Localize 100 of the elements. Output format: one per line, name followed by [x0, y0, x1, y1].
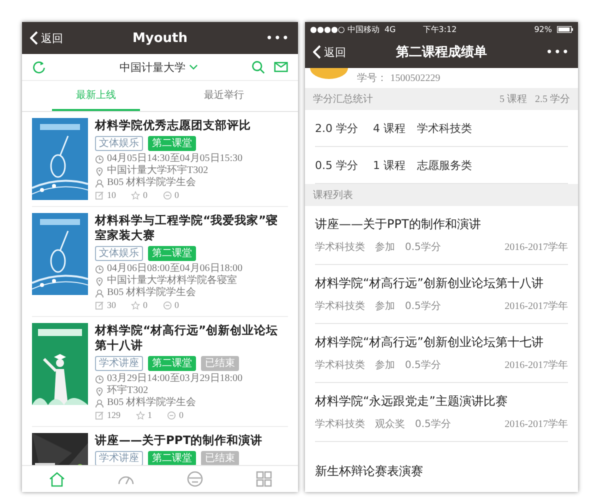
battery-icon — [557, 26, 573, 32]
tab[interactable]: 最近举行 — [180, 81, 268, 111]
course-category: 学术科技类 — [315, 240, 365, 254]
activity-card[interactable]: 材料科学与工程学院“我爱我家”寝室家装大赛 文体娱乐 第二课堂 04月06日08:00至04月06日18:00 中国计量大学材料学院各寝室 B05 材料学院学生会 30 0 0 — [32, 207, 288, 317]
view-count: 129 — [107, 410, 120, 420]
tag: 已结束 — [201, 356, 239, 371]
comment-count: 0 — [174, 300, 179, 310]
location-icon — [95, 276, 104, 286]
back-icon — [30, 31, 38, 45]
activity-card[interactable]: 材料学院“材高行远”创新创业论坛第十八讲 学术讲座 第二课堂 已结束 03月29日14:00至03月29日18:00 环宇T302 B05 材料学院学生会 129 1 0 — [32, 317, 288, 427]
course-award: 观众奖 — [375, 418, 405, 431]
tag: 第二课堂 — [148, 246, 196, 261]
course-category: 学术科技类 — [315, 358, 365, 372]
course-count: 1 课程 — [373, 158, 406, 172]
section-title: 学分汇总统计 — [313, 92, 374, 106]
tag: 第二课堂 — [148, 356, 196, 371]
course-credits: 0.5学分 — [405, 241, 441, 254]
location-icon — [95, 166, 104, 176]
tag: 已结束 — [201, 451, 239, 465]
carrier-label: ●●●●○ 中国移动 — [310, 24, 380, 34]
star-icon — [131, 300, 140, 310]
activity-title: 材料学院“材高行远”创新创业论坛第十八讲 — [95, 323, 280, 353]
activity-card[interactable]: 材料学院优秀志愿团支部评比 文体娱乐 第二课堂 04月05日14:30至04月05日15:30 中国计量大学环宇T302 B05 材料学院学生会 10 0 0 — [32, 112, 288, 207]
activity-title: 讲座——关于PPT的制作和演讲 — [95, 433, 264, 448]
view-count: 10 — [107, 190, 116, 200]
location-icon — [95, 386, 104, 396]
person-icon — [95, 178, 104, 188]
like-count: 0 — [143, 190, 148, 200]
course-title: 讲座——关于PPT的制作和演讲 — [315, 216, 482, 233]
tag: 文体娱乐 — [95, 136, 143, 151]
category-label: 志愿服务类 — [417, 158, 472, 172]
course-title: 材料学院“材高行远”创新创业论坛第十八讲 — [315, 275, 544, 292]
course-credits: 0.5学分 — [405, 359, 441, 372]
like-count: 1 — [148, 410, 152, 420]
refresh-icon[interactable] — [32, 60, 46, 74]
activity-title: 材料学院优秀志愿团支部评比 — [95, 118, 252, 133]
course-year: 2016-2017学年 — [504, 359, 568, 372]
avatar-icon — [309, 68, 349, 80]
total-courses: 5 课程 — [500, 93, 527, 106]
school-selector[interactable]: 中国计量大学 — [46, 60, 251, 74]
course-item[interactable]: 材料学院“材高行远”创新创业论坛第十八讲 学术科技类 参加 0.5学分 2016-2017学年 — [315, 265, 568, 324]
clock-time: 下午3:12 — [422, 24, 458, 34]
grid-icon[interactable] — [254, 470, 272, 488]
credits-value: 0.5 学分 — [315, 158, 359, 172]
star-icon — [136, 410, 144, 420]
home-icon[interactable] — [48, 470, 66, 488]
course-category: 学术科技类 — [315, 300, 365, 313]
activity-title: 材料科学与工程学院“我爱我家”寝室家装大赛 — [95, 213, 280, 243]
course-count: 4 课程 — [373, 120, 406, 136]
section-title: 课程列表 — [313, 188, 354, 202]
activity-time: 03月29日14:00至03月29日18:00 — [107, 373, 243, 384]
course-item[interactable]: 新生杯辩论赛表演赛 — [315, 442, 568, 492]
student-id: 学号： 1500502229 — [357, 72, 440, 85]
edit-icon — [95, 190, 104, 200]
activity-place: 中国计量大学材料学院各寝室 — [107, 275, 237, 286]
course-award: 参加 — [375, 240, 395, 254]
course-item[interactable]: 材料学院“永远跟党走”主题演讲比赛 学术科技类 观众奖 0.5学分 2016-2017学年 — [315, 383, 568, 442]
tag: 文体娱乐 — [95, 246, 143, 261]
course-item[interactable]: 材料学院“材高行远”创新创业论坛第十七讲 学术科技类 参加 0.5学分 2016-2017学年 — [315, 324, 568, 383]
course-year: 2016-2017学年 — [504, 300, 568, 313]
activity-time: 04月05日14:30至04月05日15:30 — [107, 153, 243, 164]
caret-icon — [188, 64, 198, 70]
total-credits: 2.5 学分 — [535, 93, 570, 106]
activity-time: 04月06日08:00至04月06日18:00 — [107, 263, 243, 274]
course-item[interactable]: 讲座——关于PPT的制作和演讲 学术科技类 参加 0.5学分 2016-2017学年 — [315, 206, 568, 265]
course-award: 参加 — [375, 358, 395, 372]
course-credits: 0.5学分 — [415, 418, 451, 431]
battery-percent: 92% — [534, 24, 552, 34]
mail-icon[interactable] — [274, 60, 288, 74]
more-button[interactable]: ••• — [230, 31, 290, 45]
view-count: 30 — [107, 300, 116, 310]
edit-icon — [95, 410, 104, 420]
screen-title: 第二课程成绩单 — [395, 44, 488, 61]
person-icon — [95, 398, 104, 408]
course-title: 新生杯辩论赛表演赛 — [315, 462, 424, 480]
more-button[interactable]: ••• — [510, 45, 570, 59]
back-button[interactable]: 返回 — [313, 44, 373, 60]
activity-organizer: B05 材料学院学生会 — [107, 287, 196, 299]
network-label: 4G — [384, 24, 396, 34]
back-button[interactable]: 返回 — [30, 30, 90, 46]
credits-value: 2.0 学分 — [315, 120, 359, 136]
like-count: 0 — [143, 300, 148, 310]
course-year: 2016-2017学年 — [504, 418, 568, 431]
course-title: 材料学院“永远跟党走”主题演讲比赛 — [315, 393, 508, 410]
activity-place: 环宇T302 — [107, 385, 148, 396]
clock-icon — [95, 154, 104, 164]
comment-count: 0 — [179, 410, 184, 420]
course-award: 参加 — [375, 300, 395, 313]
search-icon[interactable] — [251, 60, 265, 74]
activity-organizer: B05 材料学院学生会 — [107, 397, 196, 409]
tag: 第二课堂 — [148, 136, 196, 151]
activity-organizer: B05 材料学院学生会 — [107, 177, 196, 189]
edit-icon — [95, 300, 104, 310]
clock-icon — [95, 264, 104, 274]
clock-icon — [95, 374, 104, 384]
tag: 学术讲座 — [95, 356, 143, 371]
course-title: 材料学院“材高行远”创新创业论坛第十七讲 — [315, 334, 544, 351]
person-icon — [95, 288, 104, 298]
course-credits: 0.5学分 — [405, 300, 441, 313]
tag: 第二课堂 — [148, 451, 196, 465]
